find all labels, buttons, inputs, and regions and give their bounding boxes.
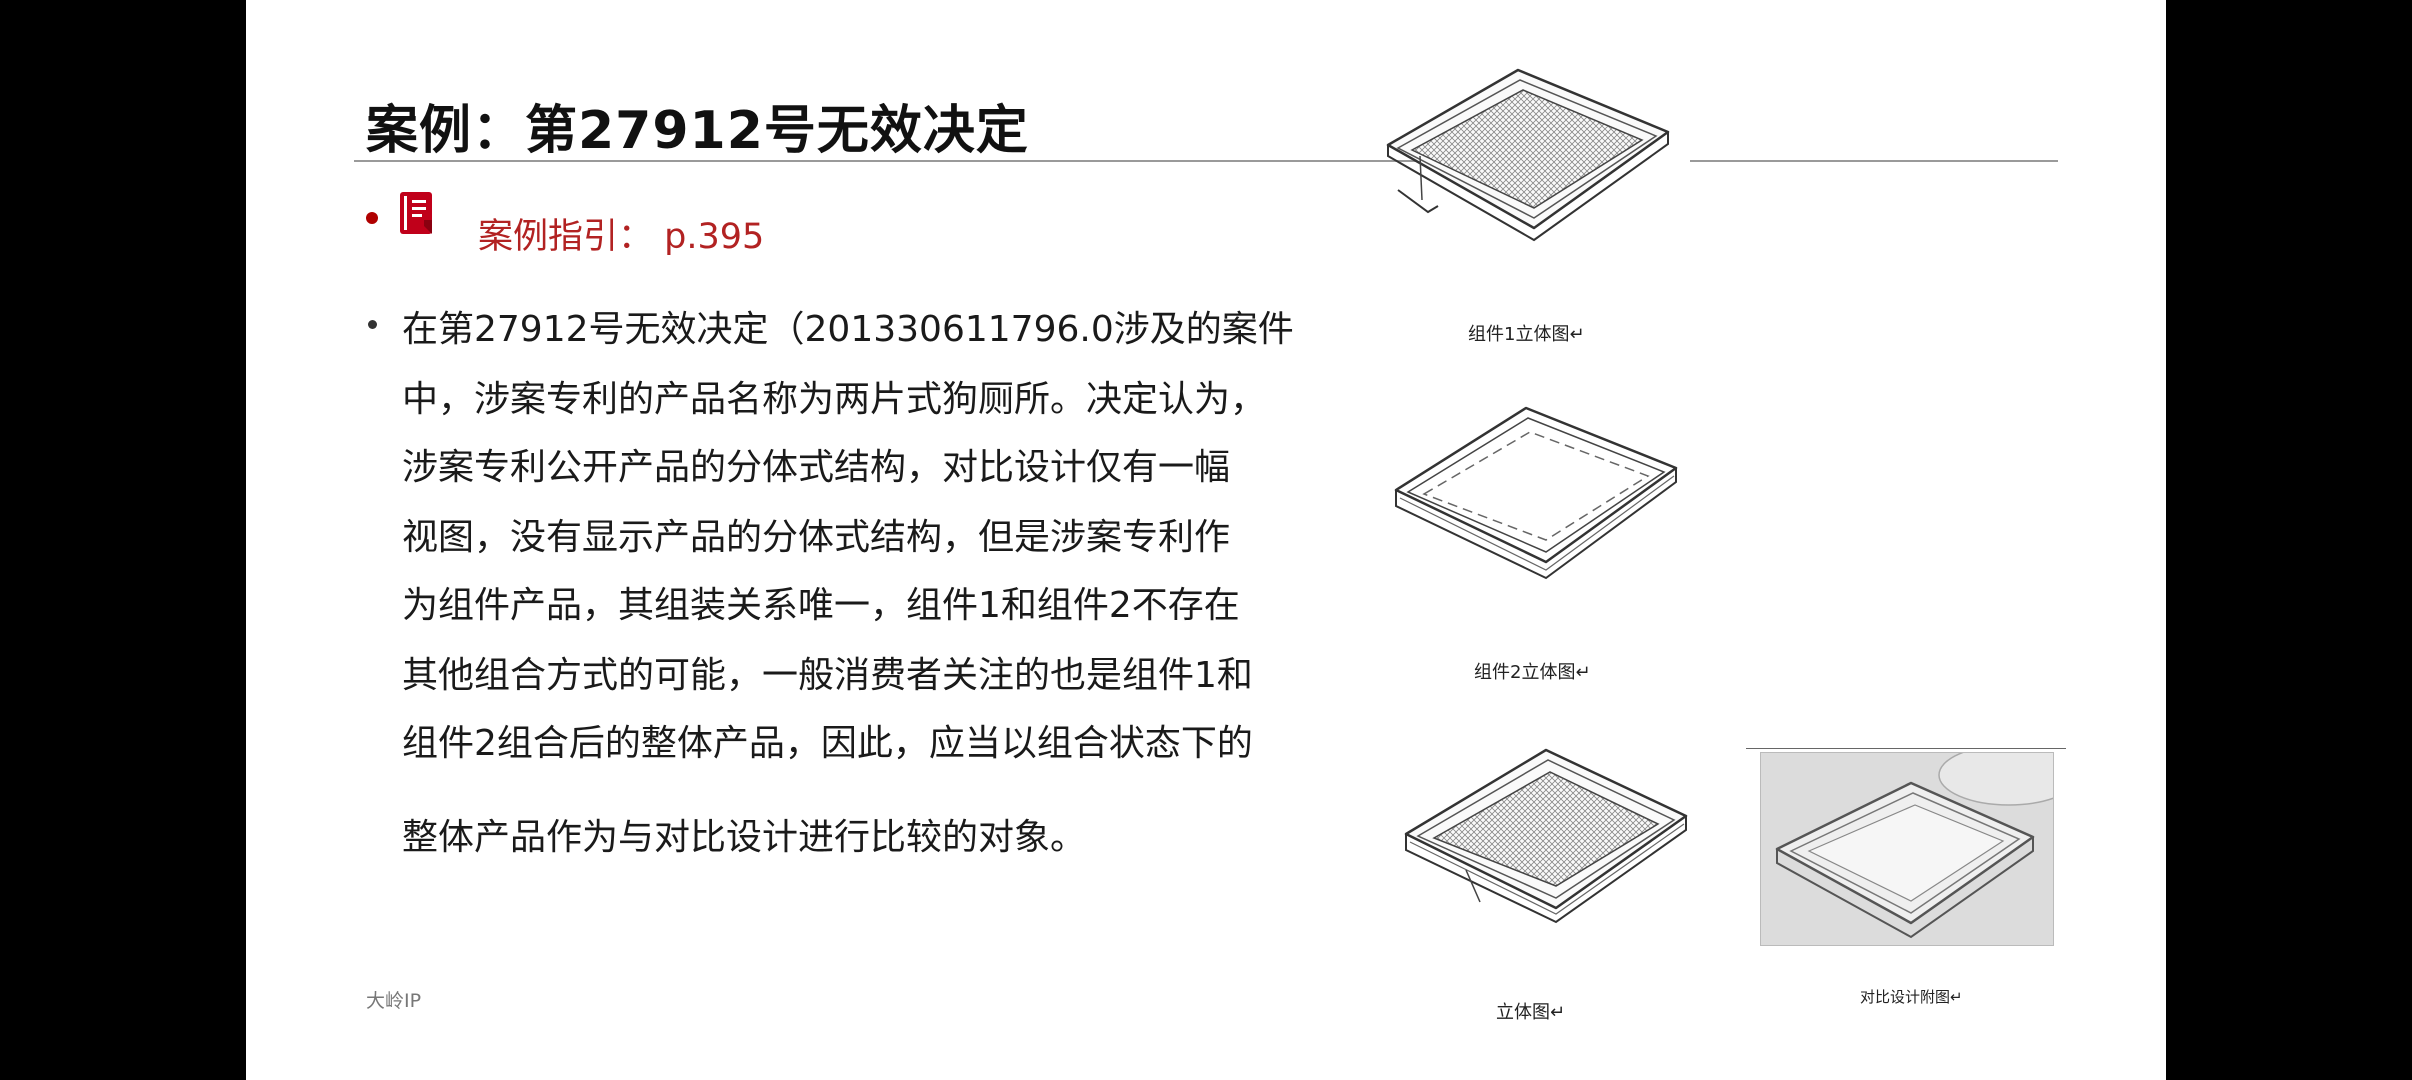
slide: 案例：第27912号无效决定 案例指引： p.395 在第27912号无效决定（… bbox=[246, 0, 2166, 1080]
body-line: 组件2组合后的整体产品，因此，应当以组合状态下的 bbox=[402, 714, 1253, 766]
body-bullet bbox=[368, 320, 377, 329]
comparison-design-photo bbox=[1760, 752, 2054, 946]
assembled-drawing bbox=[1396, 742, 1696, 928]
footer-label: 大岭IP bbox=[366, 986, 421, 1013]
case-guide-page: p.395 bbox=[664, 217, 764, 257]
figure-caption: 立体图↵ bbox=[1496, 998, 1565, 1024]
component1-drawing bbox=[1368, 60, 1678, 246]
figure-caption: 组件1立体图↵ bbox=[1468, 320, 1585, 346]
slide-title: 案例：第27912号无效决定 bbox=[366, 88, 1029, 163]
title-rule-left bbox=[354, 160, 1474, 162]
title-rule-right bbox=[1690, 160, 2058, 162]
figure-caption: 对比设计附图↵ bbox=[1860, 986, 1963, 1007]
body-line: 整体产品作为与对比设计进行比较的对象。 bbox=[402, 808, 1086, 860]
component2-drawing bbox=[1386, 398, 1686, 584]
book-icon bbox=[398, 190, 436, 236]
photo-rule bbox=[1746, 748, 2066, 749]
body-line: 中，涉案专利的产品名称为两片式狗厕所。决定认为， bbox=[402, 370, 1266, 422]
case-guide: 案例指引： p.395 bbox=[478, 208, 764, 259]
body-line: 为组件产品，其组装关系唯一，组件1和组件2不存在 bbox=[402, 576, 1240, 628]
figure-caption: 组件2立体图↵ bbox=[1474, 658, 1591, 684]
body-line: 视图，没有显示产品的分体式结构，但是涉案专利作 bbox=[402, 508, 1230, 560]
body-line: 其他组合方式的可能，一般消费者关注的也是组件1和 bbox=[402, 646, 1253, 698]
body-line: 在第27912号无效决定（201330611796.0涉及的案件 bbox=[402, 300, 1294, 352]
case-guide-label: 案例指引： bbox=[478, 217, 653, 257]
guide-bullet bbox=[366, 212, 378, 224]
body-line: 涉案专利公开产品的分体式结构，对比设计仅有一幅 bbox=[402, 438, 1230, 490]
